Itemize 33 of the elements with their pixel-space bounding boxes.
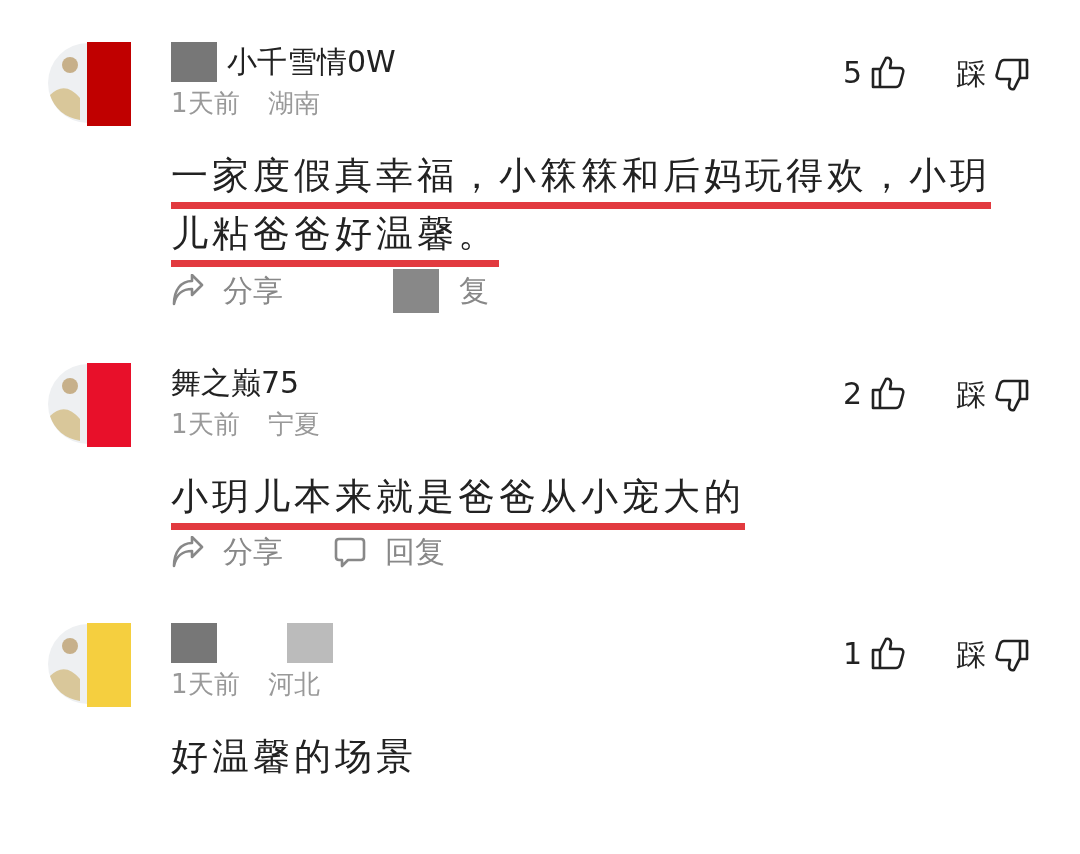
share-icon [171,535,205,570]
dislike-button[interactable]: 踩 [956,54,1030,95]
dislike-button[interactable]: 踩 [956,635,1030,676]
share-button[interactable]: 分享 [171,270,283,312]
thumbs-up-icon [870,375,906,411]
like-button[interactable]: 5 [842,54,906,90]
blur-mark [171,42,217,82]
reply-button[interactable]: 复 [459,270,489,312]
blur-mark [171,623,217,663]
user-name[interactable]: 舞之巅75 [171,362,300,404]
like-button[interactable]: 2 [842,375,906,411]
share-icon [171,274,205,308]
thumbs-up-icon [870,54,906,90]
comment-text: 小玥儿本来就是爸爸从小宠大的 [171,474,746,520]
thumbs-down-icon [994,56,1030,93]
thumbs-down-icon [994,637,1030,674]
dislike-button[interactable]: 踩 [956,375,1030,416]
comment-time: 1天前 [171,87,240,120]
user-name[interactable]: 小千雪情0W [227,41,396,83]
comment-time: 1天前 [171,668,240,701]
comment-text: 一家度假真幸福，小箖箖和后妈玩得欢，小玥儿粘爸爸好温馨。 [171,153,992,257]
comment-text: 好温馨的场景 [171,734,418,780]
thumbs-down-icon [994,377,1030,414]
comment-region: 河北 [267,668,320,701]
like-button[interactable]: 1 [842,635,906,671]
reply-button[interactable]: 回复 [333,532,445,573]
speech-bubble-icon [333,535,367,570]
comment-region: 宁夏 [267,408,320,441]
comment-time: 1天前 [171,408,240,441]
thumbs-up-icon [870,635,906,671]
blur-mark [287,623,333,663]
share-button[interactable]: 分享 [171,532,283,573]
comment-region: 湖南 [267,87,320,120]
